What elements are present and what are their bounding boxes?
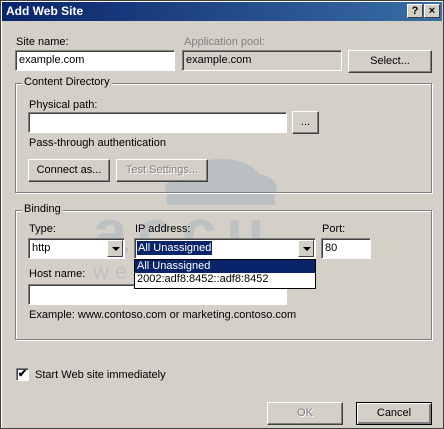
- application-pool-field: example.com: [182, 50, 342, 71]
- ip-address-select[interactable]: All Unassigned: [134, 238, 316, 259]
- ip-address-label: IP address:: [135, 223, 191, 235]
- connect-as-button[interactable]: Connect as...: [28, 159, 110, 182]
- site-name-input[interactable]: example.com: [15, 50, 175, 71]
- cancel-button[interactable]: Cancel: [356, 402, 432, 425]
- start-immediately-label: Start Web site immediately: [35, 369, 166, 381]
- test-settings-button: Test Settings...: [116, 159, 208, 182]
- type-label: Type:: [29, 223, 56, 235]
- title-bar: Add Web Site ? ×: [2, 2, 442, 21]
- chevron-down-icon[interactable]: [107, 240, 123, 257]
- application-pool-label: Application pool:: [184, 36, 265, 48]
- chevron-down-icon[interactable]: [298, 240, 314, 257]
- start-immediately-checkbox[interactable]: ✔: [16, 368, 29, 381]
- add-web-site-dialog: Add Web Site ? × accu web hosting Site n…: [0, 0, 444, 429]
- ip-address-select-value: All Unassigned: [135, 240, 214, 256]
- site-name-label: Site name:: [16, 36, 69, 48]
- ok-button: OK: [267, 402, 343, 425]
- select-pool-button[interactable]: Select...: [348, 50, 432, 73]
- port-input[interactable]: 80: [321, 238, 371, 259]
- host-name-example: Example: www.contoso.com or marketing.co…: [29, 309, 297, 321]
- port-label: Port:: [322, 223, 346, 235]
- ip-option-all-unassigned[interactable]: All Unassigned: [135, 260, 315, 273]
- help-button[interactable]: ?: [407, 4, 423, 18]
- physical-path-label: Physical path:: [29, 99, 98, 111]
- browse-button[interactable]: ...: [292, 111, 319, 134]
- ip-address-dropdown-list: All Unassigned 2002:adf8:8452::adf8:8452: [134, 259, 316, 289]
- dialog-title: Add Web Site: [6, 4, 84, 18]
- type-select[interactable]: http: [28, 238, 125, 259]
- ip-option-ipv6[interactable]: 2002:adf8:8452::adf8:8452: [135, 273, 315, 286]
- close-button[interactable]: ×: [424, 4, 440, 18]
- content-directory-title: Content Directory: [22, 76, 112, 88]
- type-select-value: http: [32, 242, 51, 254]
- host-name-label: Host name:: [29, 268, 86, 280]
- binding-title: Binding: [22, 203, 63, 215]
- pass-through-auth-label: Pass-through authentication: [29, 137, 166, 149]
- physical-path-input[interactable]: [28, 112, 287, 133]
